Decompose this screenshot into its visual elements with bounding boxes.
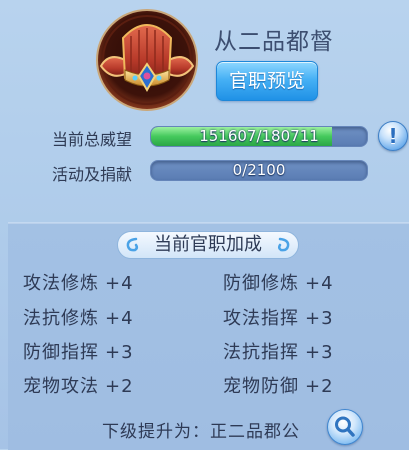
contribution-progress-text: 0/2100 — [232, 161, 286, 179]
bonus-section-title: 当前官职加成 — [117, 231, 299, 259]
contribution-label: 活动及捐献 — [52, 165, 133, 184]
bonus-stat: 法抗指挥 +3 — [223, 342, 334, 363]
bonus-stat: 攻法修炼 +4 — [23, 273, 134, 294]
next-rank-text: 下级提升为：正二品郡公 — [102, 417, 300, 442]
exclamation-icon: ! — [388, 124, 398, 148]
bonus-stat: 攻法指挥 +3 — [223, 308, 334, 329]
bonus-section-title-text: 当前官职加成 — [154, 234, 262, 255]
bonus-stat: 宠物防御 +2 — [223, 376, 334, 397]
next-rank-label: 下级提升为： — [102, 422, 210, 442]
magnifier-icon — [335, 416, 355, 437]
prestige-label: 当前总威望 — [52, 130, 133, 149]
bonus-stat: 宠物攻法 +2 — [23, 376, 134, 397]
contribution-progress-bar: 0/2100 — [150, 160, 368, 181]
bonus-stat: 防御修炼 +4 — [223, 273, 334, 294]
next-rank-search-button[interactable] — [327, 409, 363, 445]
current-rank-title: 从二品都督 — [214, 29, 334, 55]
rank-preview-button[interactable]: 官职预览 — [216, 61, 318, 101]
rank-emblem-icon — [95, 8, 199, 112]
scroll-ornament-right-icon — [277, 237, 290, 252]
info-button[interactable]: ! — [378, 121, 408, 151]
bonus-stat: 法抗修炼 +4 — [23, 308, 134, 329]
scroll-ornament-left-icon — [126, 237, 139, 252]
next-rank-value: 正二品郡公 — [210, 422, 300, 442]
prestige-progress-text: 151607/180711 — [199, 127, 319, 145]
prestige-progress-bar: 151607/180711 — [150, 126, 368, 147]
bonus-stat: 防御指挥 +3 — [23, 342, 134, 363]
